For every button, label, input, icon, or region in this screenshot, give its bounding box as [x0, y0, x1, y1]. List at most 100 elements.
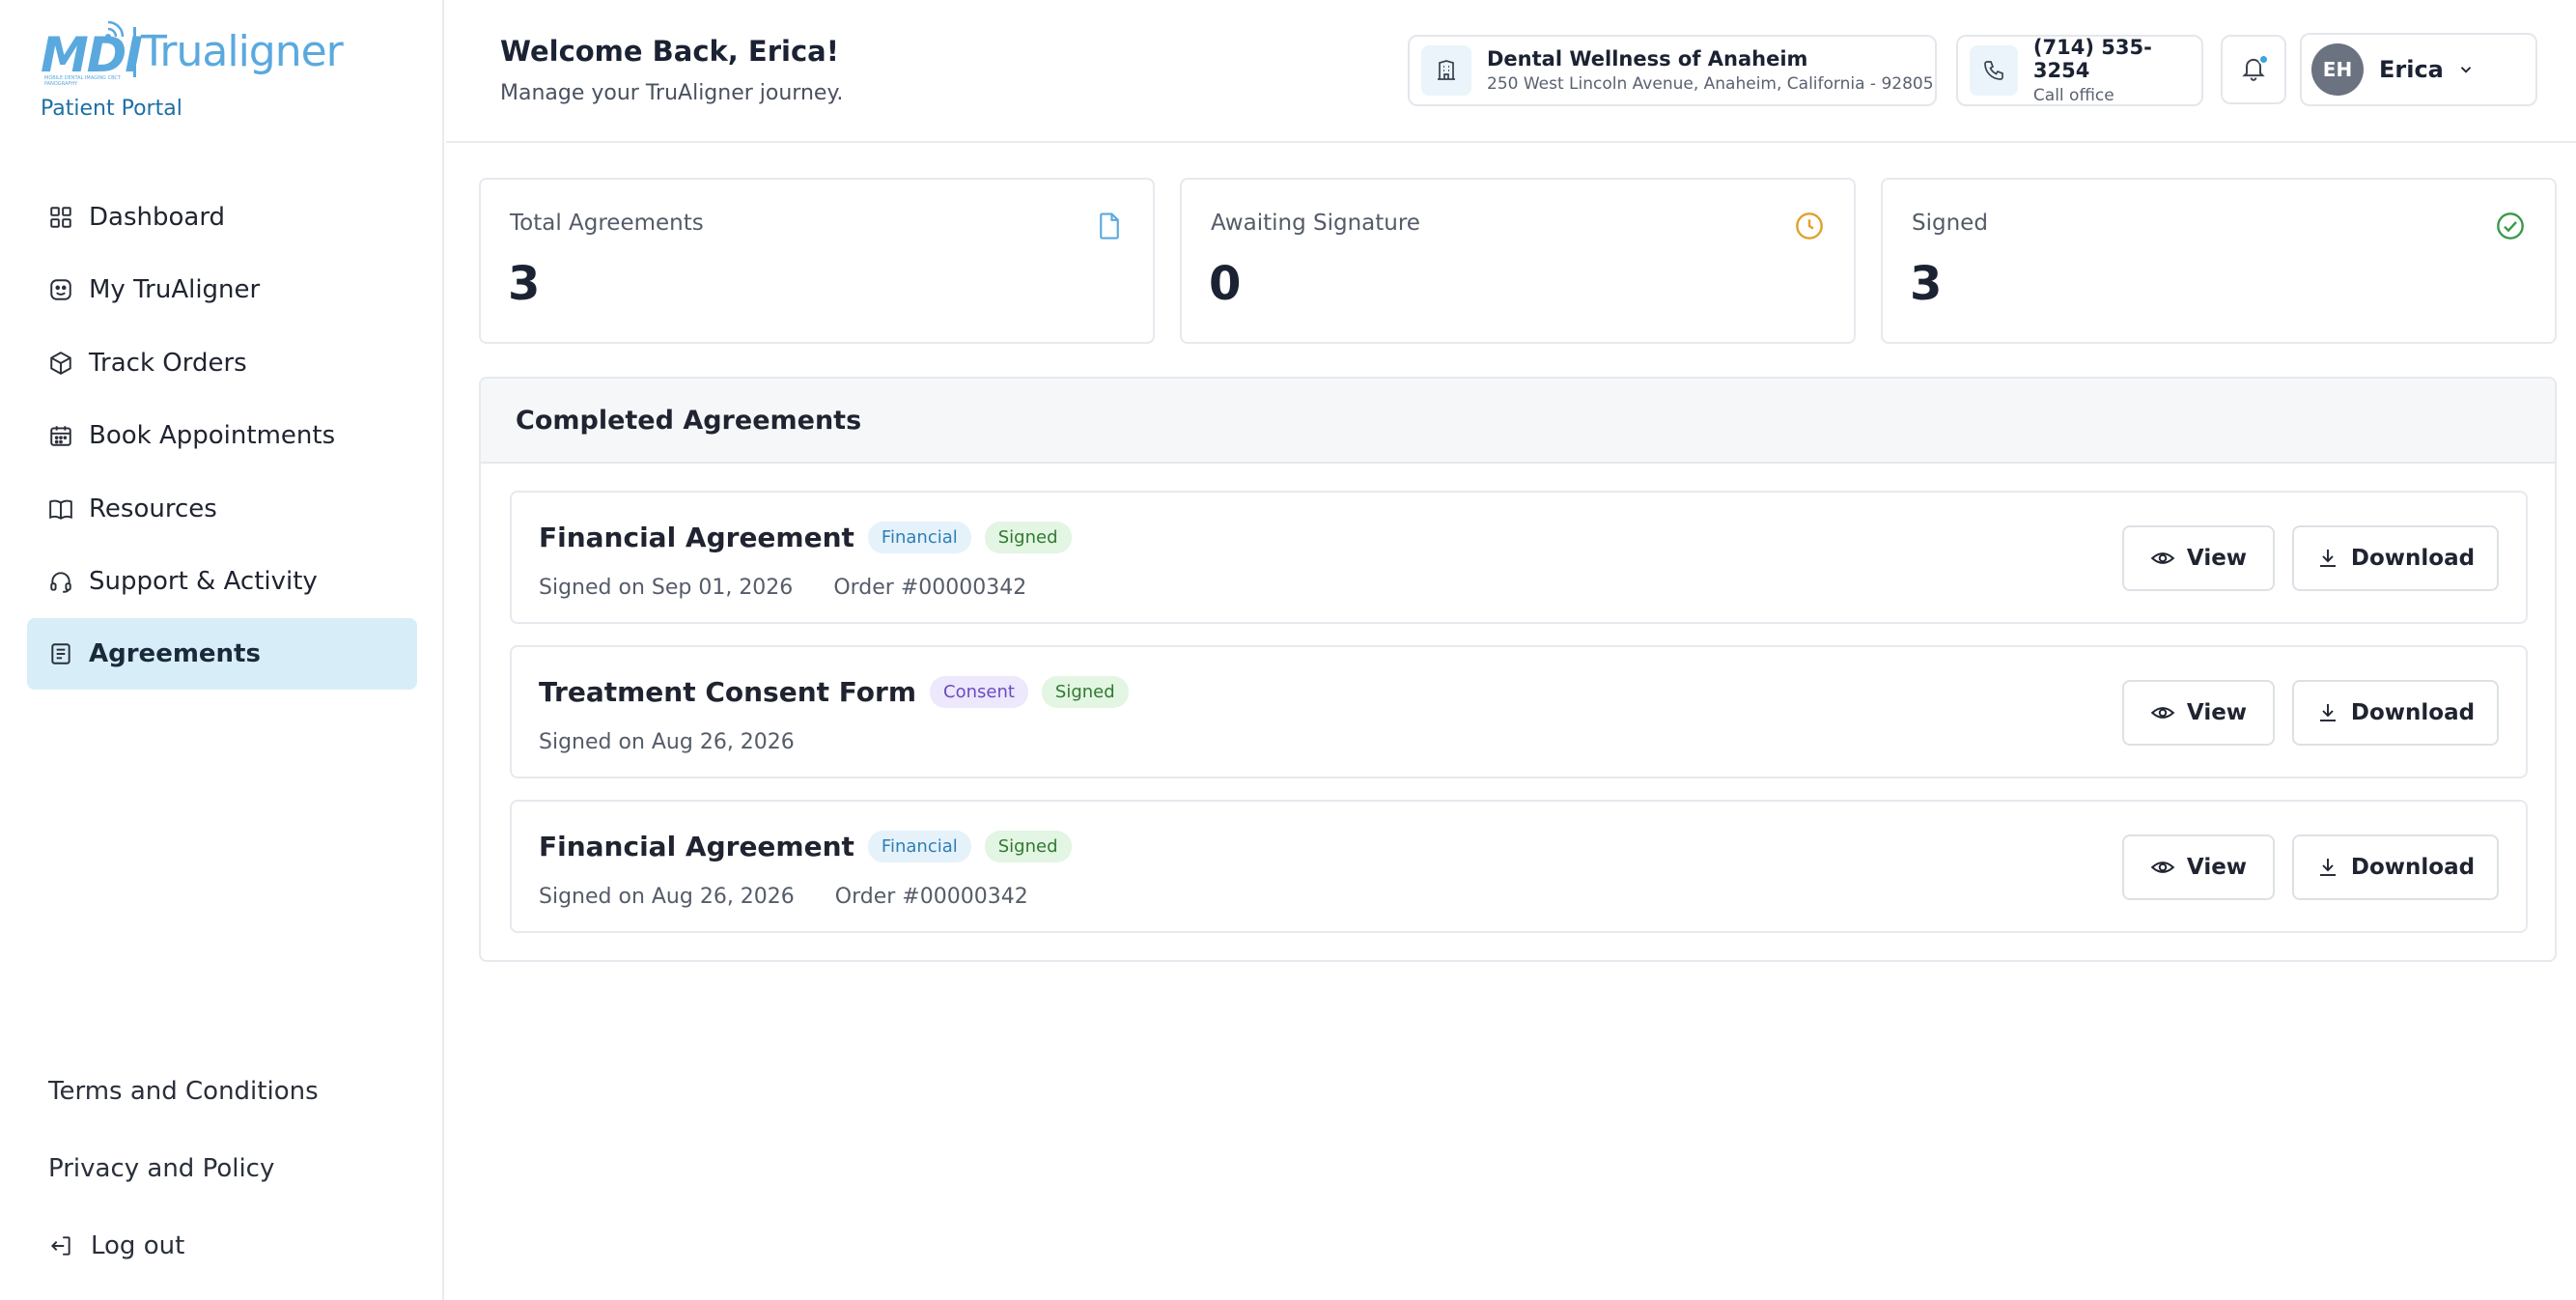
phone-label: Call office: [2032, 86, 2114, 105]
eye-icon: [2150, 855, 2175, 880]
privacy-link[interactable]: Privacy and Policy: [27, 1130, 417, 1207]
view-button[interactable]: View: [2122, 680, 2275, 746]
stat-value: 3: [508, 257, 541, 311]
panel-header: Completed Agreements: [481, 379, 2555, 464]
stat-label: Signed: [1912, 211, 1988, 236]
file-icon: [1095, 211, 1124, 245]
dashboard-grid-icon: [46, 203, 75, 232]
sidebar-item-label: Agreements: [89, 639, 261, 669]
type-badge: Financial: [867, 522, 971, 553]
download-label: Download: [2350, 855, 2476, 880]
phone-card[interactable]: (714) 535-3254 Call office: [1956, 35, 2203, 106]
type-badge: Financial: [867, 831, 971, 862]
sidebar-item-label: Book Appointments: [89, 421, 336, 451]
stat-card-total: Total Agreements 3: [479, 178, 1155, 344]
agreement-row: Treatment Consent Form Consent Signed Si…: [510, 645, 2528, 778]
sidebar-item-support-activity[interactable]: Support & Activity: [27, 546, 417, 617]
sidebar-item-label: Track Orders: [89, 348, 247, 378]
logo-wordmark: Trualigner: [141, 27, 344, 76]
status-badge: Signed: [1041, 676, 1129, 708]
portal-label: Patient Portal: [41, 97, 182, 121]
clinic-name: Dental Wellness of Anaheim: [1487, 47, 1808, 71]
logout-label: Log out: [91, 1231, 185, 1260]
view-label: View: [2186, 855, 2248, 880]
sidebar-item-resources[interactable]: Resources: [27, 473, 417, 545]
terms-link[interactable]: Terms and Conditions: [27, 1053, 417, 1130]
download-label: Download: [2350, 700, 2476, 725]
download-label: Download: [2350, 546, 2476, 571]
stat-label: Awaiting Signature: [1211, 211, 1420, 236]
agreement-title: Financial Agreement: [539, 522, 854, 553]
chevron-down-icon: [2457, 61, 2475, 78]
download-icon: [2316, 547, 2339, 570]
clinic-card[interactable]: Dental Wellness of Anaheim 250 West Linc…: [1408, 35, 1937, 106]
sidebar-item-label: Resources: [89, 494, 217, 523]
document-icon: [46, 639, 75, 668]
download-icon: [2316, 701, 2339, 724]
building-icon: [1421, 45, 1471, 96]
notification-dot: [2258, 54, 2269, 65]
eye-icon: [2150, 546, 2175, 571]
order-number: Order #00000342: [834, 885, 1028, 909]
sidebar-item-label: Dashboard: [89, 203, 226, 232]
phone-number: (714) 535-3254: [2032, 36, 2152, 82]
agreement-title: Financial Agreement: [539, 831, 854, 862]
signal-icon: [102, 17, 131, 46]
user-menu[interactable]: EH Erica: [2300, 33, 2537, 106]
sidebar-item-book-appointments[interactable]: Book Appointments: [27, 400, 417, 471]
sidebar-item-agreements[interactable]: Agreements: [27, 618, 417, 691]
top-header: Welcome Back, Erica! Manage your TruAlig…: [446, 0, 2576, 143]
aligner-icon: [46, 275, 75, 304]
logo-divider: [133, 27, 136, 77]
user-name: Erica: [2379, 56, 2444, 83]
eye-icon: [2150, 700, 2175, 725]
avatar: EH: [2311, 43, 2364, 96]
agreement-title: Treatment Consent Form: [539, 676, 916, 708]
notifications-button[interactable]: [2221, 35, 2286, 104]
sidebar-item-dashboard[interactable]: Dashboard: [27, 182, 417, 253]
signed-date: Signed on Sep 01, 2026: [539, 576, 794, 600]
status-badge: Signed: [984, 522, 1072, 553]
agreements-panel: Completed Agreements Financial Agreement…: [479, 377, 2557, 962]
page-subtitle: Manage your TruAligner journey.: [500, 81, 844, 105]
brand-logo[interactable]: MDI MOBILE DENTAL IMAGING CBCT PANOGRAPH…: [39, 17, 344, 87]
check-circle-icon: [2495, 211, 2526, 245]
type-badge: Consent: [930, 676, 1028, 708]
sidebar-item-label: My TruAligner: [89, 275, 261, 305]
view-button[interactable]: View: [2122, 834, 2275, 900]
sidebar-item-my-trualigner[interactable]: My TruAligner: [27, 254, 417, 325]
page-title: Welcome Back, Erica!: [500, 35, 839, 68]
view-button[interactable]: View: [2122, 525, 2275, 591]
clinic-address: 250 West Lincoln Avenue, Anaheim, Califo…: [1487, 74, 1934, 94]
headset-icon: [46, 567, 75, 596]
logout-icon: [48, 1231, 77, 1260]
book-icon: [46, 495, 75, 523]
clock-icon: [1794, 211, 1825, 245]
order-number: Order #00000342: [833, 576, 1027, 600]
stat-label: Total Agreements: [510, 211, 704, 236]
stat-value: 3: [1910, 257, 1943, 311]
sidebar-item-track-orders[interactable]: Track Orders: [27, 327, 417, 399]
phone-icon: [1970, 45, 2018, 96]
logo-tagline: MOBILE DENTAL IMAGING CBCT PANOGRAPHY: [44, 75, 121, 87]
logout-button[interactable]: Log out: [27, 1207, 417, 1285]
panel-title: Completed Agreements: [516, 405, 862, 436]
sidebar: MDI MOBILE DENTAL IMAGING CBCT PANOGRAPH…: [0, 0, 444, 1300]
download-button[interactable]: Download: [2292, 680, 2499, 746]
view-label: View: [2186, 546, 2248, 571]
download-icon: [2316, 856, 2339, 879]
sidebar-item-label: Support & Activity: [89, 566, 318, 596]
stat-value: 0: [1209, 257, 1242, 311]
status-badge: Signed: [984, 831, 1072, 862]
sidebar-footer: Terms and Conditions Privacy and Policy …: [27, 1053, 417, 1285]
signed-date: Signed on Aug 26, 2026: [539, 885, 795, 909]
sidebar-nav: Dashboard My TruAligner Track Orders Boo…: [27, 182, 417, 692]
calendar-icon: [46, 421, 75, 450]
agreement-row: Financial Agreement Financial Signed Sig…: [510, 800, 2528, 933]
package-icon: [46, 349, 75, 378]
signed-date: Signed on Aug 26, 2026: [539, 730, 795, 754]
download-button[interactable]: Download: [2292, 834, 2499, 900]
download-button[interactable]: Download: [2292, 525, 2499, 591]
agreement-row: Financial Agreement Financial Signed Sig…: [510, 491, 2528, 624]
view-label: View: [2186, 700, 2248, 725]
